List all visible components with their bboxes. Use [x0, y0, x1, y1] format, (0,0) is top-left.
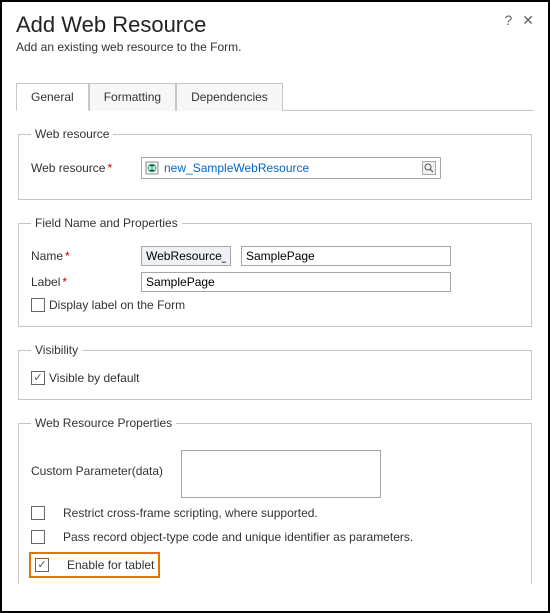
web-resource-value[interactable]: new_SampleWebResource — [164, 161, 420, 175]
dialog-title: Add Web Resource — [16, 12, 206, 38]
legend-visibility: Visibility — [31, 343, 82, 357]
label-custom-parameter: Custom Parameter(data) — [31, 450, 171, 478]
web-resource-lookup[interactable]: new_SampleWebResource — [141, 157, 441, 179]
group-field-name-props: Field Name and Properties Name* Label* D… — [18, 216, 532, 327]
tab-strip: General Formatting Dependencies — [16, 82, 534, 111]
checkbox-restrict-crossframe[interactable] — [31, 506, 45, 520]
group-web-resource-props: Web Resource Properties Custom Parameter… — [18, 416, 532, 584]
name-input[interactable] — [241, 246, 451, 266]
legend-field-name-props: Field Name and Properties — [31, 216, 182, 230]
label-pass-record: Pass record object-type code and unique … — [63, 530, 413, 544]
label-enable-tablet: Enable for tablet — [67, 558, 154, 572]
label-display-on-form: Display label on the Form — [49, 298, 185, 312]
name-prefix — [141, 246, 231, 266]
tab-general[interactable]: General — [16, 83, 89, 111]
legend-web-resource-props: Web Resource Properties — [31, 416, 176, 430]
label-input[interactable] — [141, 272, 451, 292]
label-name: Name* — [31, 249, 131, 263]
label-restrict-crossframe: Restrict cross-frame scripting, where su… — [63, 506, 318, 520]
tab-dependencies[interactable]: Dependencies — [176, 83, 283, 111]
dialog-subtitle: Add an existing web resource to the Form… — [16, 40, 534, 54]
lookup-search-icon[interactable] — [420, 159, 438, 177]
label-visible-default: Visible by default — [49, 371, 140, 385]
help-icon[interactable]: ? — [504, 12, 512, 29]
checkbox-enable-tablet[interactable] — [35, 558, 49, 572]
group-web-resource: Web resource Web resource* new_SampleWeb… — [18, 127, 532, 200]
close-icon[interactable]: ✕ — [522, 12, 534, 29]
custom-parameter-input[interactable] — [181, 450, 381, 498]
label-web-resource: Web resource* — [31, 161, 131, 175]
label-label: Label* — [31, 275, 131, 289]
checkbox-pass-record[interactable] — [31, 530, 45, 544]
legend-web-resource: Web resource — [31, 127, 113, 141]
checkbox-visible-default[interactable] — [31, 371, 45, 385]
tab-formatting[interactable]: Formatting — [89, 83, 176, 111]
webresource-icon — [144, 160, 160, 176]
group-visibility: Visibility Visible by default — [18, 343, 532, 400]
checkbox-display-label[interactable] — [31, 298, 45, 312]
